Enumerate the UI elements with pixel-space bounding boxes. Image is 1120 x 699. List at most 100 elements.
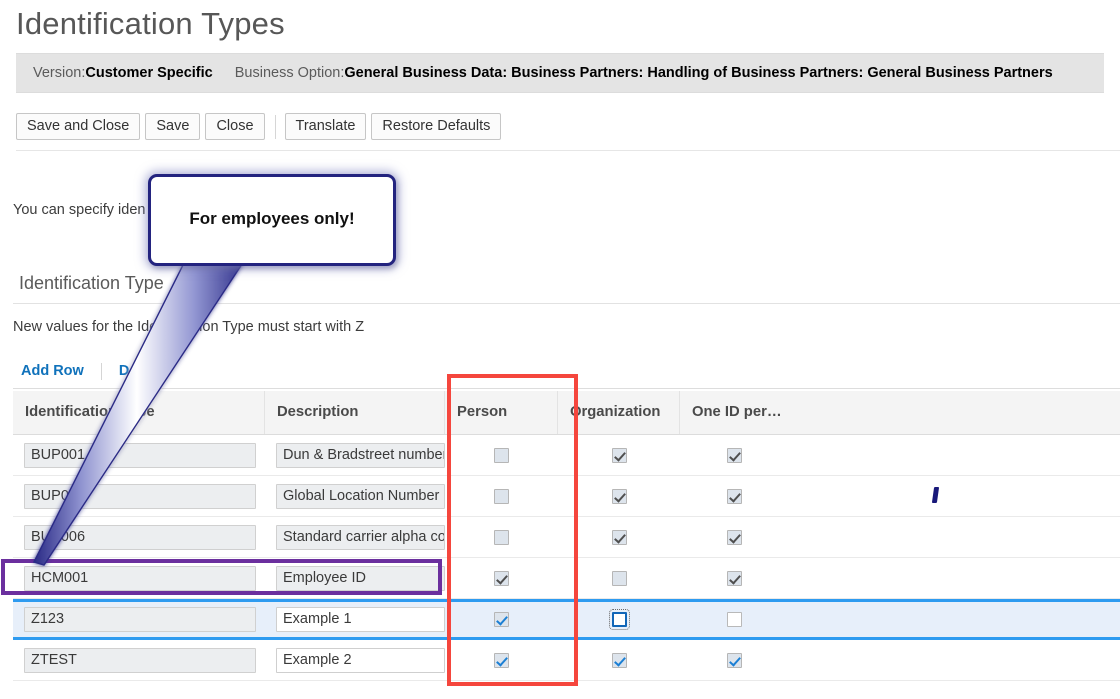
version-info-bar-content: Version:Customer Specific Business Option… <box>33 65 1053 81</box>
checkbox-unchecked[interactable] <box>727 612 742 627</box>
cell-one-id-per <box>680 476 1120 516</box>
section-hint: New values for the Identification Type m… <box>13 319 365 335</box>
version-value: Customer Specific <box>85 65 213 81</box>
delete-row-link[interactable]: D <box>102 363 146 379</box>
cell-identification-type: HCM001 <box>13 558 265 598</box>
table-row[interactable]: BUP0 Global Location Number <box>13 476 1120 517</box>
table-row[interactable]: Z123 Example 1 <box>13 599 1120 640</box>
checkbox-checked[interactable] <box>494 570 509 586</box>
cell-description: Dun & Bradstreet number <box>265 435 445 475</box>
version-label: Version: <box>33 65 86 81</box>
translate-button[interactable]: Translate <box>284 113 367 140</box>
business-option-label: Business Option: <box>234 65 345 81</box>
cell-description: Example 2 <box>265 640 445 680</box>
checkbox-checked[interactable] <box>611 488 627 504</box>
checkbox-checked[interactable] <box>727 652 742 668</box>
cell-organization <box>558 476 680 516</box>
checkbox-checked[interactable] <box>727 529 742 545</box>
cell-description: Global Location Number <box>265 476 445 516</box>
cell-person <box>445 602 558 637</box>
checkbox-checked[interactable] <box>494 612 509 627</box>
cell-person <box>445 435 558 475</box>
cell-organization <box>558 640 680 680</box>
cell-identification-type: Z123 <box>13 602 265 637</box>
description-input[interactable]: Example 2 <box>276 647 445 673</box>
cell-description: Employee ID <box>265 558 445 598</box>
cell-identification-type: ZTEST <box>13 640 265 680</box>
checkbox-unchecked[interactable] <box>611 570 627 586</box>
checkbox-checked[interactable] <box>727 570 742 586</box>
column-header-description[interactable]: Description <box>265 391 445 434</box>
description-input[interactable]: Example 1 <box>276 607 445 632</box>
cell-description: Example 1 <box>265 602 445 637</box>
annotation-callout-text: For employees only! <box>189 209 355 228</box>
cell-one-id-per <box>680 435 1120 475</box>
checkbox-checked[interactable] <box>611 447 627 463</box>
column-header-one-id-per[interactable]: One ID per… <box>680 391 1120 434</box>
table-row[interactable]: BUP001 Dun & Bradstreet number <box>13 435 1120 476</box>
identification-type-input[interactable]: Z123 <box>24 607 256 632</box>
cell-organization <box>558 517 680 557</box>
checkbox-checked[interactable] <box>611 529 627 545</box>
identification-type-input[interactable]: BUP006 <box>24 524 256 550</box>
cell-person <box>445 517 558 557</box>
table-toolbar: Add Row D <box>13 356 146 386</box>
checkbox-unchecked[interactable] <box>494 529 509 545</box>
column-header-organization[interactable]: Organization <box>558 391 680 434</box>
intro-paragraph: You can specify iden <box>13 202 146 218</box>
cell-person <box>445 640 558 680</box>
checkbox-checked[interactable] <box>727 488 742 504</box>
cell-person <box>445 558 558 598</box>
save-button[interactable]: Save <box>145 113 201 140</box>
cell-organization <box>558 435 680 475</box>
checkbox-checked[interactable] <box>611 652 627 668</box>
cell-identification-type: BUP006 <box>13 517 265 557</box>
table-row[interactable]: ZTEST Example 2 <box>13 640 1120 681</box>
column-header-identification-type[interactable]: Identification Type <box>13 391 265 434</box>
checkbox-checked[interactable] <box>727 447 742 463</box>
table-row[interactable]: HCM001 Employee ID <box>13 558 1120 599</box>
checkbox-unchecked[interactable] <box>494 447 509 463</box>
description-input[interactable]: Employee ID <box>276 565 445 591</box>
cell-identification-type: BUP001 <box>13 435 265 475</box>
cell-organization <box>558 558 680 598</box>
business-option-value: General Business Data: Business Partners… <box>344 65 1053 81</box>
section-heading: Identification Type <box>19 273 164 293</box>
identification-types-page: Identification Types Version:Customer Sp… <box>0 0 1120 699</box>
identification-type-input[interactable]: ZTEST <box>24 647 256 673</box>
identification-types-table: Identification Type Description Person O… <box>13 391 1120 681</box>
cell-one-id-per <box>680 558 1120 598</box>
checkbox-focused[interactable] <box>608 609 630 630</box>
identification-type-input[interactable]: BUP001 <box>24 442 256 468</box>
annotation-callout-bubble: For employees only! <box>148 174 396 266</box>
cell-identification-type: BUP0 <box>13 476 265 516</box>
cell-person <box>445 476 558 516</box>
description-input[interactable]: Standard carrier alpha co <box>276 524 445 550</box>
table-row[interactable]: BUP006 Standard carrier alpha co <box>13 517 1120 558</box>
cell-one-id-per <box>680 602 1120 637</box>
version-info-bar: Version:Customer Specific Business Option… <box>16 53 1104 93</box>
cell-one-id-per <box>680 517 1120 557</box>
action-toolbar: Save and Close Save Close Translate Rest… <box>16 113 506 140</box>
table-toolbar-rule <box>13 388 1120 389</box>
page-title: Identification Types <box>16 6 285 41</box>
cell-description: Standard carrier alpha co <box>265 517 445 557</box>
close-button[interactable]: Close <box>205 113 265 140</box>
restore-defaults-button[interactable]: Restore Defaults <box>371 113 502 140</box>
identification-type-input[interactable]: BUP0 <box>24 483 256 509</box>
table-body: BUP001 Dun & Bradstreet number BUP0 Global … <box>13 435 1120 681</box>
column-header-person[interactable]: Person <box>445 391 558 434</box>
save-and-close-button[interactable]: Save and Close <box>16 113 141 140</box>
identification-type-input[interactable]: HCM001 <box>24 565 256 591</box>
description-input[interactable]: Dun & Bradstreet number <box>276 442 445 468</box>
toolbar-bottom-rule <box>16 150 1120 151</box>
checkbox-checked[interactable] <box>494 652 509 668</box>
cell-organization <box>558 602 680 637</box>
section-rule <box>13 303 1120 304</box>
description-input[interactable]: Global Location Number <box>276 483 445 509</box>
table-header-row: Identification Type Description Person O… <box>13 391 1120 435</box>
toolbar-divider <box>274 114 276 139</box>
checkbox-unchecked[interactable] <box>494 488 509 504</box>
cell-one-id-per <box>680 640 1120 680</box>
add-row-link[interactable]: Add Row <box>13 363 101 379</box>
